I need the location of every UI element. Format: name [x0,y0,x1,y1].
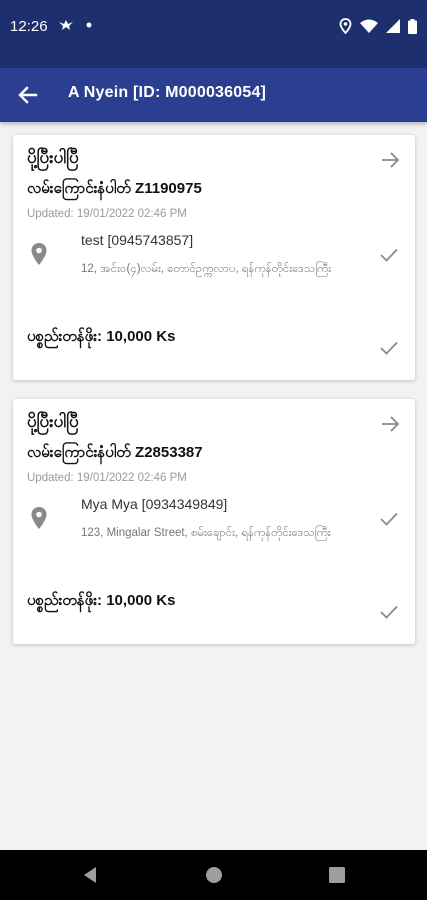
nav-home-icon[interactable] [203,864,225,886]
nav-recents-icon[interactable] [326,864,348,886]
wifi-icon [360,19,378,33]
system-nav-bar [0,850,427,900]
order-card[interactable]: ပို့ပြီးပါပြီ လမ်းကြောင်းနံပါတ် Z2853387… [13,399,415,644]
recipient-address: 12, အင်းဝ(၄)လမ်း, တောင်ဥက္ကလာပ, ရန်ကုန်တ… [81,263,332,275]
item-value: ပစ္စည်းတန်ဖိုး: 10,000 Ks [27,328,176,345]
arrow-right-icon[interactable] [379,413,401,435]
delivery-status: ပို့ပြီးပါပြီ [27,412,79,432]
check-icon [380,248,398,262]
updated-timestamp: Updated: 19/01/2022 02:46 PM [27,472,187,484]
status-left-icons [58,19,92,31]
app-bar: A Nyein [ID: M000036054] [0,68,427,122]
signal-icon [386,19,400,33]
battery-icon [408,18,417,34]
page-title: A Nyein [ID: M000036054] [68,84,267,101]
check-icon [380,512,398,526]
nav-back-icon[interactable] [80,864,102,886]
back-button[interactable] [14,81,42,109]
recipient-name: test [0945743857] [81,232,194,248]
location-icon [339,18,352,34]
check-icon [380,605,398,619]
order-card[interactable]: ပို့ပြီးပါပြီ လမ်းကြောင်းနံပါတ် Z1190975… [13,135,415,380]
back-arrow-icon [18,86,38,104]
recipient-name: Mya Mya [0934349849] [81,496,228,512]
status-right-icons [339,18,417,34]
dot-icon [86,22,92,28]
recipient-address: 123, Mingalar Street, စမ်းချောင်း, ရန်ကု… [81,527,331,539]
tracking-number: လမ်းကြောင်းနံပါတ် Z2853387 [27,444,203,461]
status-bar: 12:26 [0,0,427,68]
updated-timestamp: Updated: 19/01/2022 02:46 PM [27,208,187,220]
status-time: 12:26 [10,18,48,35]
tracking-number: လမ်းကြောင်းနံပါတ် Z1190975 [27,180,202,197]
location-pin-icon [31,507,47,529]
delivery-status: ပို့ပြီးပါပြီ [27,148,79,168]
item-value: ပစ္စည်းတန်ဖိုး: 10,000 Ks [27,592,176,609]
location-pin-icon [31,243,47,265]
check-icon [380,341,398,355]
bird-icon [59,20,73,30]
arrow-right-icon[interactable] [379,149,401,171]
